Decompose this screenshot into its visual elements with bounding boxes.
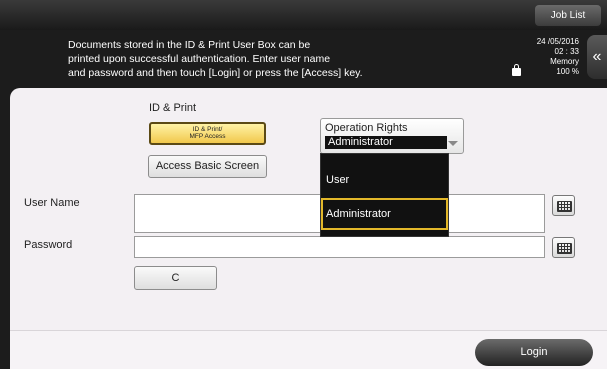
operation-rights-label: Operation Rights [325, 122, 408, 134]
keyboard-icon[interactable] [552, 237, 575, 258]
section-title: ID & Print [149, 102, 197, 114]
top-bar: Job List [0, 0, 607, 30]
time-display: 02 : 33 [554, 47, 579, 56]
clear-button[interactable]: C [134, 266, 217, 290]
option-administrator[interactable]: Administrator [321, 198, 448, 230]
instruction-message: Documents stored in the ID & Print User … [68, 39, 363, 79]
date-display: 24 /05/2016 [536, 37, 579, 46]
user-name-label: User Name [24, 197, 80, 209]
id-print-mfp-access-button[interactable]: ID & Print/ MFP Access [149, 122, 266, 145]
login-button[interactable]: Login [475, 339, 593, 366]
lock-icon [512, 64, 521, 76]
status-panel: 24 /05/2016 02 : 33 Memory 100 % [537, 37, 579, 77]
memory-label: Memory [550, 57, 579, 66]
password-label: Password [24, 239, 73, 251]
keyboard-icon[interactable] [552, 195, 575, 216]
password-field[interactable] [134, 236, 545, 258]
option-user[interactable]: User [321, 164, 448, 196]
operation-rights-value: Administrator [325, 136, 447, 149]
access-basic-screen-button[interactable]: Access Basic Screen [148, 155, 267, 178]
memory-value: 100 % [556, 67, 579, 76]
chevron-down-icon [448, 141, 458, 146]
operation-rights-menu: User Administrator [320, 153, 449, 237]
back-arrow-icon[interactable]: « [587, 35, 607, 79]
job-list-button[interactable]: Job List [535, 5, 601, 26]
operation-rights-dropdown[interactable]: Operation Rights Administrator [320, 118, 464, 154]
